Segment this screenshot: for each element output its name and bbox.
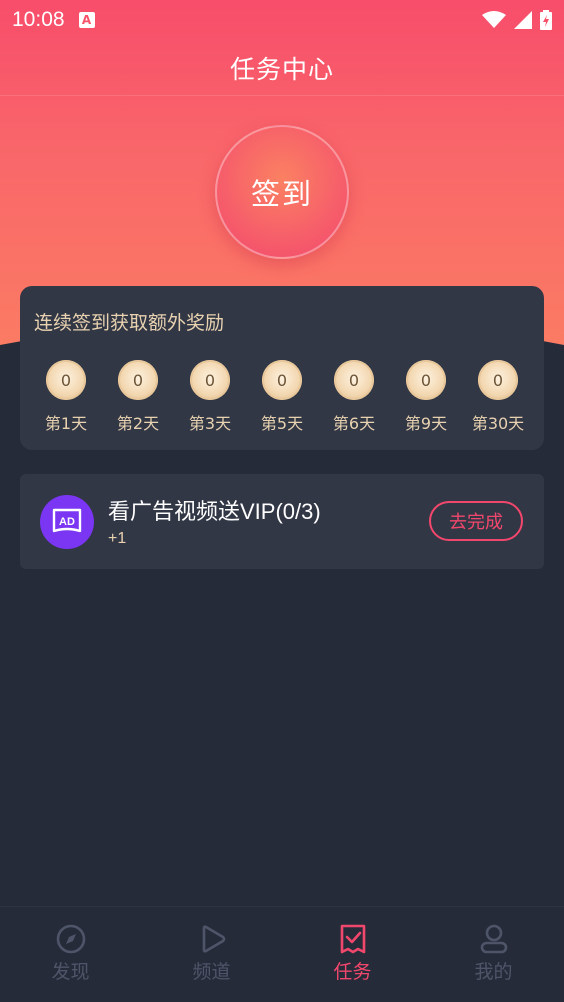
status-bar: 10:08 A — [0, 0, 564, 40]
go-complete-button[interactable]: 去完成 — [429, 501, 523, 541]
bottom-tab-bar: 发现 频道 任务 我的 — [0, 906, 564, 1002]
streak-day-label: 第30天 — [471, 414, 525, 433]
coin-icon: 0 — [262, 360, 302, 400]
streak-day-label: 第5天 — [260, 414, 304, 433]
signal-icon — [514, 11, 532, 29]
streak-day-label: 第6天 — [332, 414, 376, 433]
play-icon — [202, 925, 225, 953]
coin-icon: 0 — [334, 360, 374, 400]
streak-day-label: 第1天 — [44, 414, 88, 433]
checkin-button[interactable]: 签到 — [215, 125, 349, 259]
streak-day: 0 第2天 — [106, 360, 170, 434]
ad-badge-icon: AD — [52, 508, 82, 533]
title-bar: 任务中心 — [0, 40, 564, 96]
streak-reward-card: 连续签到获取额外奖励 0 第1天 0 第2天 0 第3天 0 第5天 0 第6天… — [20, 286, 544, 450]
tab-label: 发现 — [51, 961, 90, 983]
coin-icon: 0 — [118, 360, 158, 400]
status-icons — [482, 10, 552, 30]
tab-tasks[interactable]: 任务 — [282, 907, 423, 1002]
streak-days-row: 0 第1天 0 第2天 0 第3天 0 第5天 0 第6天 0 第9天 0 第3… — [34, 360, 530, 434]
tab-discover[interactable]: 发现 — [0, 907, 141, 1002]
tab-label: 频道 — [192, 961, 231, 983]
streak-day-label: 第9天 — [404, 414, 448, 433]
streak-day: 0 第30天 — [466, 360, 530, 434]
streak-day: 0 第6天 — [322, 360, 386, 434]
user-icon — [480, 924, 507, 954]
task-check-icon — [340, 924, 365, 954]
streak-day: 0 第3天 — [178, 360, 242, 434]
coin-icon: 0 — [406, 360, 446, 400]
streak-day-label: 第2天 — [116, 414, 160, 433]
page-title: 任务中心 — [229, 54, 334, 84]
wifi-icon — [482, 11, 506, 28]
streak-day-label: 第3天 — [188, 414, 232, 433]
coin-icon: 0 — [478, 360, 518, 400]
streak-reward-title: 连续签到获取额外奖励 — [34, 312, 225, 334]
task-card: AD 看广告视频送VIP(0/3) +1 去完成 — [20, 474, 544, 569]
coin-icon: 0 — [46, 360, 86, 400]
streak-day: 0 第5天 — [250, 360, 314, 434]
tab-label: 任务 — [333, 961, 372, 983]
streak-day: 0 第9天 — [394, 360, 458, 434]
streak-day: 0 第1天 — [34, 360, 98, 434]
tab-channel[interactable]: 频道 — [141, 907, 282, 1002]
coin-icon: 0 — [190, 360, 230, 400]
compass-icon — [56, 924, 85, 954]
status-time: 10:08 — [12, 8, 65, 31]
task-reward: +1 — [108, 530, 127, 547]
tab-label: 我的 — [474, 961, 513, 983]
task-title: 看广告视频送VIP(0/3) — [108, 499, 321, 524]
battery-icon — [540, 10, 552, 30]
tab-mine[interactable]: 我的 — [423, 907, 564, 1002]
notification-badge-icon: A — [78, 12, 95, 28]
ad-icon-text: AD — [59, 516, 75, 528]
ad-icon: AD — [40, 495, 94, 549]
